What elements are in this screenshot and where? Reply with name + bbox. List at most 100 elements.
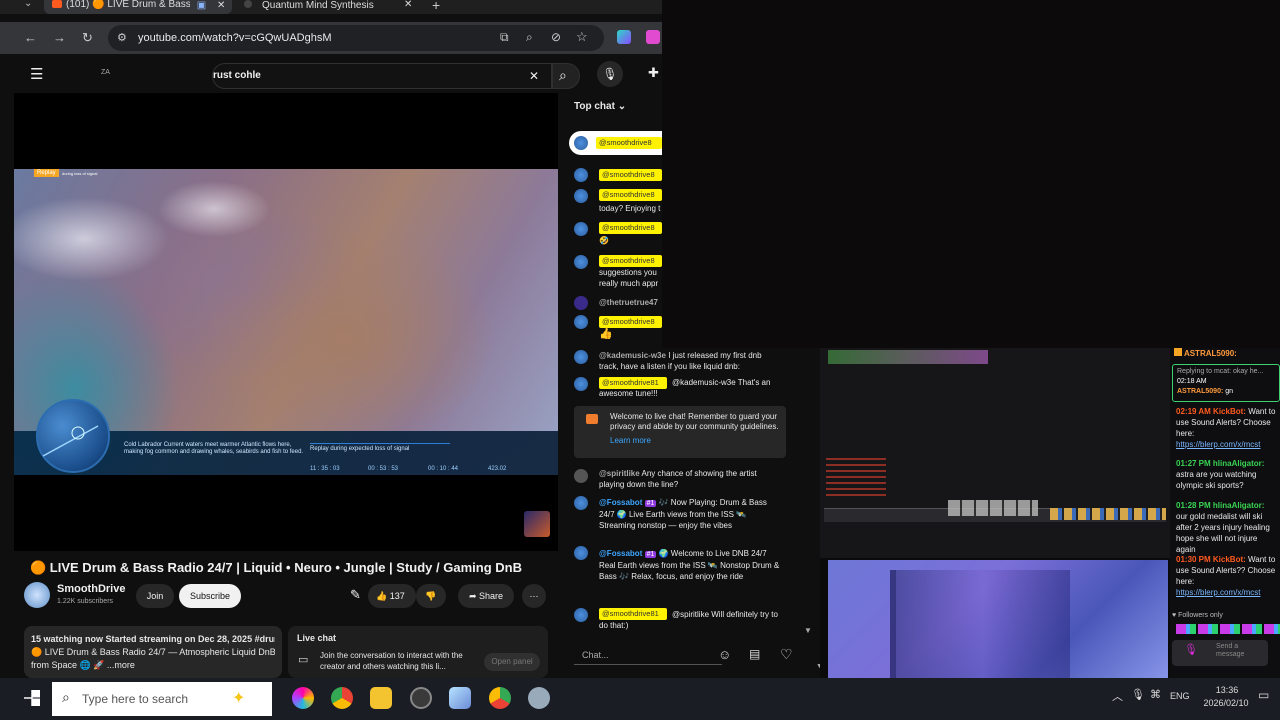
description-line-2: 🟠 LIVE Drum & Bass Radio 24/7 — Atmosphe… (31, 647, 275, 657)
user-avatar (574, 377, 588, 391)
search-button[interactable]: ⌕ (552, 63, 580, 89)
chat-input-placeholder: Chat... (582, 650, 609, 660)
tab-quantum-mind[interactable]: Quantum Mind Synthesis ✕ (238, 0, 418, 14)
scroll-down-icon[interactable]: ▼ (804, 626, 812, 635)
windows-start-icon[interactable] (24, 690, 40, 706)
tab-youtube-live[interactable]: (101) 🟠 LIVE Drum & Bass ▣ ✕ (44, 0, 232, 14)
thumbs-down-icon: 👎 (425, 591, 437, 601)
stat-4: 423.02 (488, 466, 507, 472)
chat-input[interactable]: Chat... (574, 645, 722, 665)
send-message-input[interactable]: 🎙 Send a message (1172, 640, 1268, 666)
emoji-icon[interactable]: ☺ (718, 647, 731, 662)
tray-chevron-icon[interactable]: ︿ (1112, 688, 1123, 704)
youtube-header: ☰ ZA rust cohle ✕ ⌕ 🎙 ✚ (14, 55, 662, 93)
hamburger-menu-icon[interactable]: ☰ (30, 65, 43, 83)
create-icon[interactable]: ✚ (648, 65, 659, 81)
site-info-icon[interactable]: ⚙ (117, 31, 127, 44)
top-chat-dropdown[interactable]: Top chat ⌄ (574, 101, 626, 112)
user-avatar (574, 608, 588, 622)
learn-more-link[interactable]: Learn more (610, 436, 780, 446)
search-icon: ⌕ (559, 67, 567, 83)
chrome-icon[interactable] (331, 687, 353, 709)
open-in-app-icon[interactable]: ⧉ (500, 30, 509, 45)
tab-close-icon[interactable]: ✕ (217, 0, 225, 11)
desktop-background (662, 0, 1280, 348)
copilot-icon[interactable] (292, 687, 314, 709)
replay-badge: Replay (34, 169, 59, 177)
thanks-icon[interactable]: ✎ (350, 587, 361, 603)
chat-author: @thetruetrue47 (599, 298, 658, 307)
chat-author: @smoothdrive8 (599, 169, 662, 181)
overlay-label: Replay during expected loss of signal (310, 443, 450, 452)
chat-badge: #1 (644, 551, 657, 558)
new-tab-icon[interactable]: + (432, 0, 440, 13)
zoom-icon[interactable]: ⌕ (526, 30, 533, 45)
taskbar-search[interactable]: ⌕ Type here to search ✦ (52, 682, 272, 716)
welcome-banner: Welcome to live chat! Remember to guard … (574, 406, 786, 458)
stream-chat-link[interactable]: https://blerp.com/x/mcst (1176, 587, 1278, 598)
share-button[interactable]: ➦ Share (458, 584, 514, 608)
extension-icon-2[interactable] (646, 30, 660, 44)
bookmark-star-icon[interactable]: ☆ (576, 29, 588, 45)
clock-date[interactable]: 2026/02/10 (1196, 698, 1256, 708)
more-actions-button[interactable]: ⋯ (522, 584, 546, 608)
description-box[interactable]: 15 watching now Started streaming on Dec… (24, 626, 282, 678)
heart-icon[interactable]: ♡ (780, 646, 793, 663)
resize-arrow-icon[interactable]: ▼ (816, 663, 820, 670)
app-icon[interactable] (449, 687, 471, 709)
open-panel-button[interactable]: Open panel (484, 653, 540, 671)
like-count: 137 (389, 591, 405, 601)
clock-time[interactable]: 13:36 (1210, 685, 1244, 695)
taskbar-search-placeholder: Type here to search (82, 692, 189, 706)
user-avatar (574, 255, 588, 269)
url-field[interactable]: ⚙ youtube.com/watch?v=cGQwUADghsM ⧉ ⌕ ⊘ … (108, 25, 604, 51)
obs-icon[interactable] (410, 687, 432, 709)
clear-search-icon[interactable]: ✕ (529, 69, 539, 83)
channel-watermark-icon[interactable] (524, 511, 550, 537)
search-input[interactable]: rust cohle ✕ (212, 63, 552, 89)
chat-message-spiritlike: @spiritlike Any chance of showing the ar… (599, 468, 774, 490)
welcome-icon (586, 414, 598, 424)
taskbar: ⌕ Type here to search ✦ ︿ 🎙 ⌘ ENG 13:36 … (0, 678, 1280, 720)
network-icon[interactable]: ⌘ (1150, 688, 1161, 701)
chat-message: @spiritlike Will definitely try to do th… (599, 610, 778, 630)
mic-icon: 🎙 (1184, 644, 1198, 656)
like-button[interactable]: 👍 137 (368, 584, 416, 608)
stream-chat-line: ASTRAL5090: (1174, 348, 1280, 359)
audio-icon[interactable]: ▣ (197, 0, 206, 11)
chat-message: @kademusic-w3e That's an awesome tune!!! (599, 378, 771, 398)
search-highlight-icon: ✦ (232, 690, 246, 707)
chrome-profile-icon[interactable] (489, 687, 511, 709)
notification-icon[interactable]: ▭ (1258, 688, 1269, 702)
join-button[interactable]: Join (136, 584, 174, 608)
eye-off-icon[interactable]: ⊘ (551, 30, 561, 44)
app-icon-2[interactable] (528, 687, 550, 709)
reply-line: ASTRAL5090: gn (1177, 388, 1234, 395)
tab-close-icon[interactable]: ✕ (404, 0, 412, 10)
stream-chat-link[interactable]: https://blerp.com/x/mcst (1176, 439, 1278, 450)
chat-message-fossabot: @Fossabot #1 🎶 Now Playing: Drum & Bass … (599, 497, 784, 531)
chat-author: @smoothdrive8 (596, 137, 662, 149)
stat-2: 00 : 53 : 53 (368, 466, 399, 472)
channel-name[interactable]: SmoothDrive (57, 583, 125, 595)
stream-chat-author: ASTRAL5090: (1183, 349, 1237, 358)
taskbar-search-icon: ⌕ (62, 689, 70, 705)
language-indicator[interactable]: ENG (1170, 691, 1190, 701)
mic-tray-icon[interactable]: 🎙 (1131, 688, 1145, 701)
file-explorer-icon[interactable] (370, 687, 392, 709)
back-icon[interactable]: ← (24, 30, 37, 45)
reload-icon[interactable]: ↻ (82, 30, 93, 46)
extension-icon[interactable] (617, 30, 631, 44)
tab-search-icon[interactable]: ⌄ (24, 0, 32, 9)
forward-icon[interactable]: → (53, 30, 66, 45)
user-avatar (574, 469, 588, 483)
super-chat-icon[interactable]: ▤ (749, 647, 760, 661)
voice-search-icon[interactable]: 🎙 (597, 61, 623, 87)
video-player[interactable]: Replay during loss of signal Cold Labrad… (14, 93, 558, 551)
channel-avatar[interactable] (24, 582, 50, 608)
subscribe-button[interactable]: Subscribe (179, 584, 241, 608)
chat-message-kade: @kademusic-w3e I just released my first … (599, 350, 774, 372)
stream-chat-author: 01:28 PM hlinaAligator: (1176, 501, 1265, 510)
welcome-text: Welcome to live chat! Remember to guard … (610, 412, 779, 431)
dislike-button[interactable]: 👎 (416, 584, 446, 608)
